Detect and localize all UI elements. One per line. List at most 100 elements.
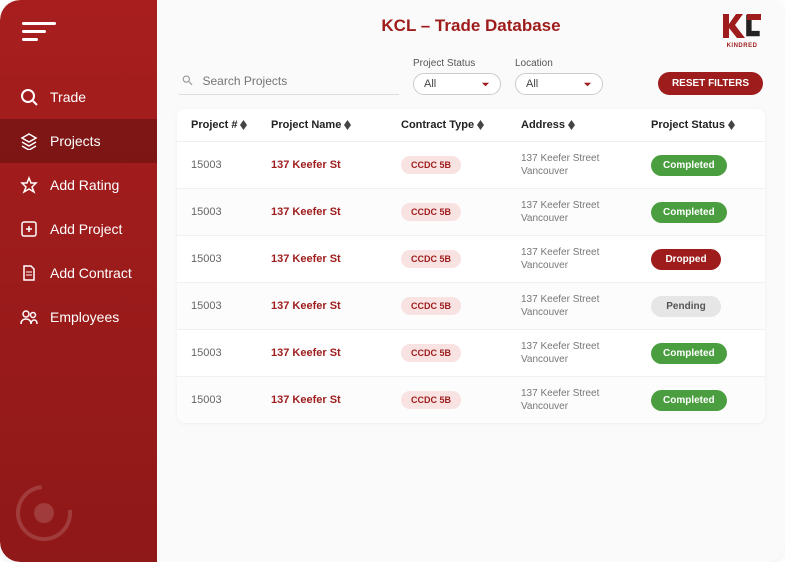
table-container: Project # Project Name Contract Type Addres… xyxy=(157,105,785,562)
cell-contract-type: CCDC 5B xyxy=(401,344,521,362)
cell-address: 137 Keefer StreetVancouver xyxy=(521,246,651,272)
cell-project-name[interactable]: 137 Keefer St xyxy=(271,206,401,218)
header: KCL – Trade Database KINDRED xyxy=(157,0,785,46)
column-header[interactable]: Project # xyxy=(191,119,271,131)
cell-project-number: 15003 xyxy=(191,206,271,218)
sort-icon xyxy=(568,120,575,130)
menu-toggle[interactable] xyxy=(0,0,157,75)
contract-pill: CCDC 5B xyxy=(401,297,461,315)
sidebar-item-label: Add Project xyxy=(50,221,122,237)
sidebar-item-label: Employees xyxy=(50,309,119,325)
column-header[interactable]: Project Status xyxy=(651,119,751,131)
cell-project-number: 15003 xyxy=(191,253,271,265)
users-icon xyxy=(20,308,38,326)
cell-contract-type: CCDC 5B xyxy=(401,297,521,315)
cell-address: 137 Keefer StreetVancouver xyxy=(521,293,651,319)
status-select-value: All xyxy=(424,78,436,90)
column-header[interactable]: Address xyxy=(521,119,651,131)
sort-icon xyxy=(240,120,247,130)
status-badge: Completed xyxy=(651,202,727,223)
status-filter-label: Project Status xyxy=(413,58,501,69)
chevron-down-icon xyxy=(481,80,490,89)
contract-pill: CCDC 5B xyxy=(401,344,461,362)
cell-project-name[interactable]: 137 Keefer St xyxy=(271,253,401,265)
search-icon xyxy=(181,73,195,88)
contract-pill: CCDC 5B xyxy=(401,391,461,409)
sidebar-item-employees[interactable]: Employees xyxy=(0,295,157,339)
cell-address: 137 Keefer StreetVancouver xyxy=(521,387,651,413)
location-filter-label: Location xyxy=(515,58,603,69)
table-row: 15003137 Keefer StCCDC 5B 137 Keefer Stre… xyxy=(177,141,765,188)
cell-project-name[interactable]: 137 Keefer St xyxy=(271,300,401,312)
location-select[interactable]: All xyxy=(515,73,603,95)
cell-project-name[interactable]: 137 Keefer St xyxy=(271,347,401,359)
sidebar-item-projects[interactable]: Projects xyxy=(0,119,157,163)
cell-contract-type: CCDC 5B xyxy=(401,391,521,409)
brand-logo: KINDRED xyxy=(721,12,763,49)
sidebar-item-label: Add Contract xyxy=(50,265,132,281)
column-header[interactable]: Contract Type xyxy=(401,119,521,131)
contract-pill: CCDC 5B xyxy=(401,203,461,221)
cell-project-number: 15003 xyxy=(191,159,271,171)
sidebar-item-trade[interactable]: Trade xyxy=(0,75,157,119)
search-field-wrap[interactable] xyxy=(179,69,399,95)
cell-contract-type: CCDC 5B xyxy=(401,156,521,174)
sidebar-item-label: Projects xyxy=(50,133,101,149)
cell-project-name[interactable]: 137 Keefer St xyxy=(271,394,401,406)
cell-address: 137 Keefer StreetVancouver xyxy=(521,199,651,225)
column-label: Project # xyxy=(191,119,237,131)
kindred-logo-icon xyxy=(721,12,763,40)
status-badge: Pending xyxy=(651,296,721,317)
sidebar-item-label: Add Rating xyxy=(50,177,119,193)
document-icon xyxy=(20,264,38,282)
cell-status: Completed xyxy=(651,343,751,364)
cell-project-number: 15003 xyxy=(191,394,271,406)
status-badge: Dropped xyxy=(651,249,721,270)
table-header-row: Project # Project Name Contract Type Addres… xyxy=(177,109,765,141)
sort-icon xyxy=(728,120,735,130)
filters-bar: Project Status All Location All RESET FI… xyxy=(157,46,785,105)
sidebar-nav: Trade Projects Add Rating Add Project Add Co… xyxy=(0,75,157,339)
cell-project-number: 15003 xyxy=(191,300,271,312)
page-title: KCL – Trade Database xyxy=(381,16,560,36)
sort-icon xyxy=(477,120,484,130)
cell-contract-type: CCDC 5B xyxy=(401,250,521,268)
star-icon xyxy=(20,176,38,194)
cell-status: Dropped xyxy=(651,249,751,270)
layers-icon xyxy=(20,132,38,150)
cell-contract-type: CCDC 5B xyxy=(401,203,521,221)
table-row: 15003137 Keefer StCCDC 5B 137 Keefer Stre… xyxy=(177,376,765,423)
projects-table: Project # Project Name Contract Type Addres… xyxy=(177,109,765,423)
sidebar: Trade Projects Add Rating Add Project Add Co… xyxy=(0,0,157,562)
status-badge: Completed xyxy=(651,390,727,411)
table-row: 15003137 Keefer StCCDC 5B 137 Keefer Stre… xyxy=(177,282,765,329)
reset-filters-button[interactable]: RESET FILTERS xyxy=(658,72,763,95)
cell-project-name[interactable]: 137 Keefer St xyxy=(271,159,401,171)
sidebar-item-add-rating[interactable]: Add Rating xyxy=(0,163,157,207)
cell-project-number: 15003 xyxy=(191,347,271,359)
cell-address: 137 Keefer StreetVancouver xyxy=(521,152,651,178)
sidebar-item-add-contract[interactable]: Add Contract xyxy=(0,251,157,295)
cell-address: 137 Keefer StreetVancouver xyxy=(521,340,651,366)
sidebar-item-add-project[interactable]: Add Project xyxy=(0,207,157,251)
chevron-down-icon xyxy=(583,80,592,89)
search-input[interactable] xyxy=(203,74,398,88)
cell-status: Completed xyxy=(651,390,751,411)
contract-pill: CCDC 5B xyxy=(401,156,461,174)
column-label: Project Status xyxy=(651,119,725,131)
table-row: 15003137 Keefer StCCDC 5B 137 Keefer Stre… xyxy=(177,235,765,282)
status-select[interactable]: All xyxy=(413,73,501,95)
status-filter-group: Project Status All xyxy=(413,58,501,95)
column-header[interactable]: Project Name xyxy=(271,119,401,131)
column-label: Project Name xyxy=(271,119,341,131)
contract-pill: CCDC 5B xyxy=(401,250,461,268)
column-label: Contract Type xyxy=(401,119,474,131)
cell-status: Completed xyxy=(651,202,751,223)
cell-status: Completed xyxy=(651,155,751,176)
hamburger-icon xyxy=(22,22,56,42)
table-row: 15003137 Keefer StCCDC 5B 137 Keefer Stre… xyxy=(177,188,765,235)
app-root: Trade Projects Add Rating Add Project Add Co… xyxy=(0,0,785,562)
sort-icon xyxy=(344,120,351,130)
location-filter-group: Location All xyxy=(515,58,603,95)
sidebar-item-label: Trade xyxy=(50,89,86,105)
